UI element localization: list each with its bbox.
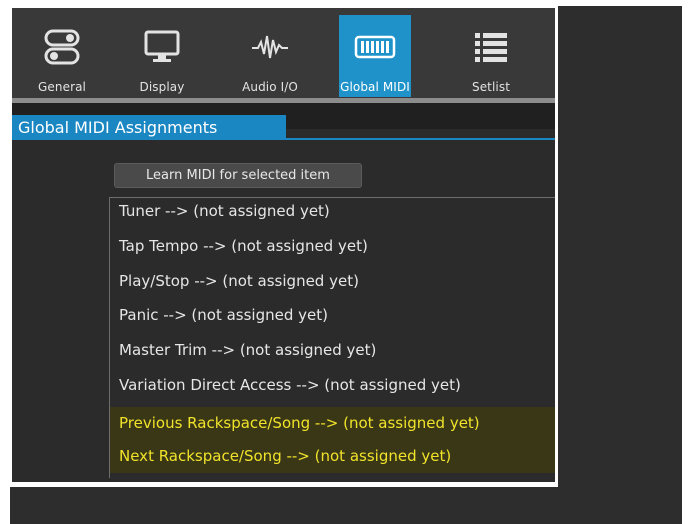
list-icon bbox=[455, 27, 527, 67]
tab-audio-io[interactable]: Audio I/O bbox=[234, 15, 306, 97]
assignment-row-previous-rackspace[interactable]: Previous Rackspace/Song --> (not assigne… bbox=[110, 407, 555, 440]
section-underline bbox=[286, 138, 555, 140]
background-panel-bottom bbox=[10, 487, 558, 524]
assignment-row-panic[interactable]: Panic --> (not assigned yet) bbox=[110, 302, 555, 328]
assignment-row-master-trim[interactable]: Master Trim --> (not assigned yet) bbox=[110, 337, 555, 363]
waveform-icon bbox=[234, 27, 306, 67]
assignment-row-next-rackspace[interactable]: Next Rackspace/Song --> (not assigned ye… bbox=[110, 440, 555, 473]
tab-display[interactable]: Display bbox=[126, 15, 198, 97]
tab-general-label: General bbox=[38, 80, 86, 94]
tab-audio-io-label: Audio I/O bbox=[242, 80, 298, 94]
learn-midi-button[interactable]: Learn MIDI for selected item bbox=[114, 163, 362, 188]
tab-global-midi[interactable]: Global MIDI bbox=[339, 15, 411, 97]
monitor-icon bbox=[126, 27, 198, 67]
tab-setlist[interactable]: Setlist bbox=[455, 15, 527, 97]
tab-setlist-label: Setlist bbox=[471, 80, 511, 94]
toggle-switches-icon bbox=[26, 27, 98, 67]
options-toolbar: General Display Audio I/O Global MIDI Se… bbox=[12, 8, 555, 98]
assignment-row-tuner[interactable]: Tuner --> (not assigned yet) bbox=[110, 198, 555, 224]
keyboard-icon bbox=[339, 27, 411, 67]
section-title-tab[interactable]: Global MIDI Assignments bbox=[12, 115, 286, 140]
assignment-row-play-stop[interactable]: Play/Stop --> (not assigned yet) bbox=[110, 268, 555, 294]
assignment-list: Tuner --> (not assigned yet) Tap Tempo -… bbox=[109, 197, 555, 478]
tab-general[interactable]: General bbox=[26, 15, 98, 97]
tab-display-label: Display bbox=[139, 80, 185, 94]
assignment-row-variation-direct-access[interactable]: Variation Direct Access --> (not assigne… bbox=[110, 372, 555, 398]
background-panel-right bbox=[558, 6, 682, 524]
tab-global-midi-label: Global MIDI bbox=[340, 80, 410, 94]
assignment-row-tap-tempo[interactable]: Tap Tempo --> (not assigned yet) bbox=[110, 233, 555, 259]
options-window: General Display Audio I/O Global MIDI Se… bbox=[12, 8, 555, 482]
